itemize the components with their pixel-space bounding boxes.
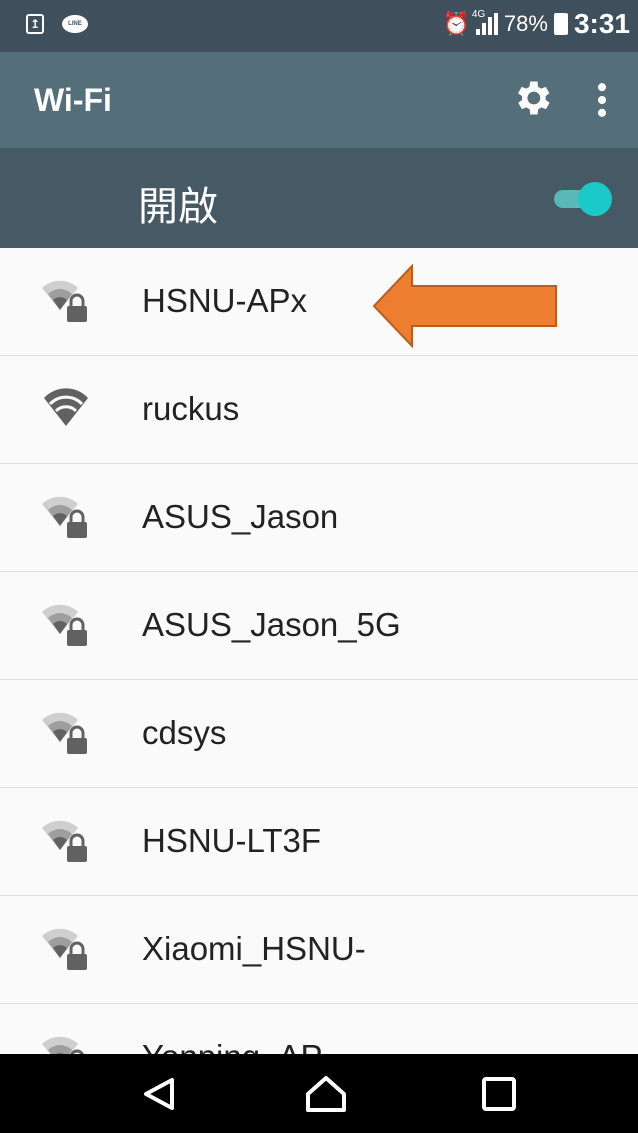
alarm-icon: ⏰ (442, 11, 470, 36)
network-list: HSNU-APx ruckus ASUS_Jason ASUS_Jason_5Gcds… (0, 248, 638, 1054)
wifi-toggle-label: 開啟 (138, 185, 218, 229)
network-row[interactable]: HSNU-LT3F (0, 788, 638, 896)
network-name: cdsys (142, 714, 227, 751)
clock: 3:31 (573, 8, 630, 39)
status-bar: ↥ LINE ⏰ 4G 78% 3:31 (0, 0, 638, 52)
network-name: HSNU-LT3F (142, 822, 322, 859)
wifi-lock-icon (42, 1036, 84, 1054)
wifi-toggle-bar[interactable]: 開啟 (0, 148, 638, 248)
network-name: ASUS_Jason_5G (142, 606, 401, 643)
wifi-lock-icon (42, 280, 87, 322)
wifi-icon (44, 388, 88, 426)
network-name: Yonping_AP (142, 1038, 322, 1054)
network-row[interactable]: ASUS_Jason_5G (0, 572, 638, 680)
gear-icon[interactable] (510, 76, 554, 120)
download-icon: ↥ (26, 14, 44, 34)
page-title: Wi-Fi (34, 82, 112, 118)
network-name: HSNU-APx (142, 282, 308, 319)
line-app-icon: LINE (62, 15, 88, 33)
network-row[interactable]: cdsys (0, 680, 638, 788)
navigation-bar (0, 1054, 638, 1133)
wifi-lock-icon (42, 712, 87, 754)
more-vert-icon[interactable] (592, 78, 612, 122)
network-row[interactable]: Yonping_AP (0, 1004, 638, 1054)
wifi-lock-icon (42, 496, 87, 538)
recents-icon[interactable] (478, 1074, 522, 1114)
battery-percent: 78% (503, 11, 548, 36)
wifi-lock-icon (42, 604, 87, 646)
app-bar: Wi-Fi (0, 52, 638, 148)
network-name: Xiaomi_HSNU- (142, 930, 366, 967)
home-icon[interactable] (304, 1074, 348, 1114)
battery-icon (553, 13, 568, 35)
network-name: ruckus (142, 390, 240, 427)
signal-icon: 4G (472, 9, 498, 35)
network-type: 4G (471, 9, 486, 20)
network-row[interactable]: Xiaomi_HSNU- (0, 896, 638, 1004)
annotation-arrow (372, 264, 557, 348)
back-icon[interactable] (138, 1074, 182, 1114)
network-row[interactable]: ASUS_Jason (0, 464, 638, 572)
network-name: ASUS_Jason (142, 498, 339, 535)
wifi-toggle-switch[interactable] (554, 182, 612, 216)
wifi-lock-icon (42, 928, 87, 970)
network-row[interactable]: ruckus (0, 356, 638, 464)
wifi-lock-icon (42, 820, 87, 862)
